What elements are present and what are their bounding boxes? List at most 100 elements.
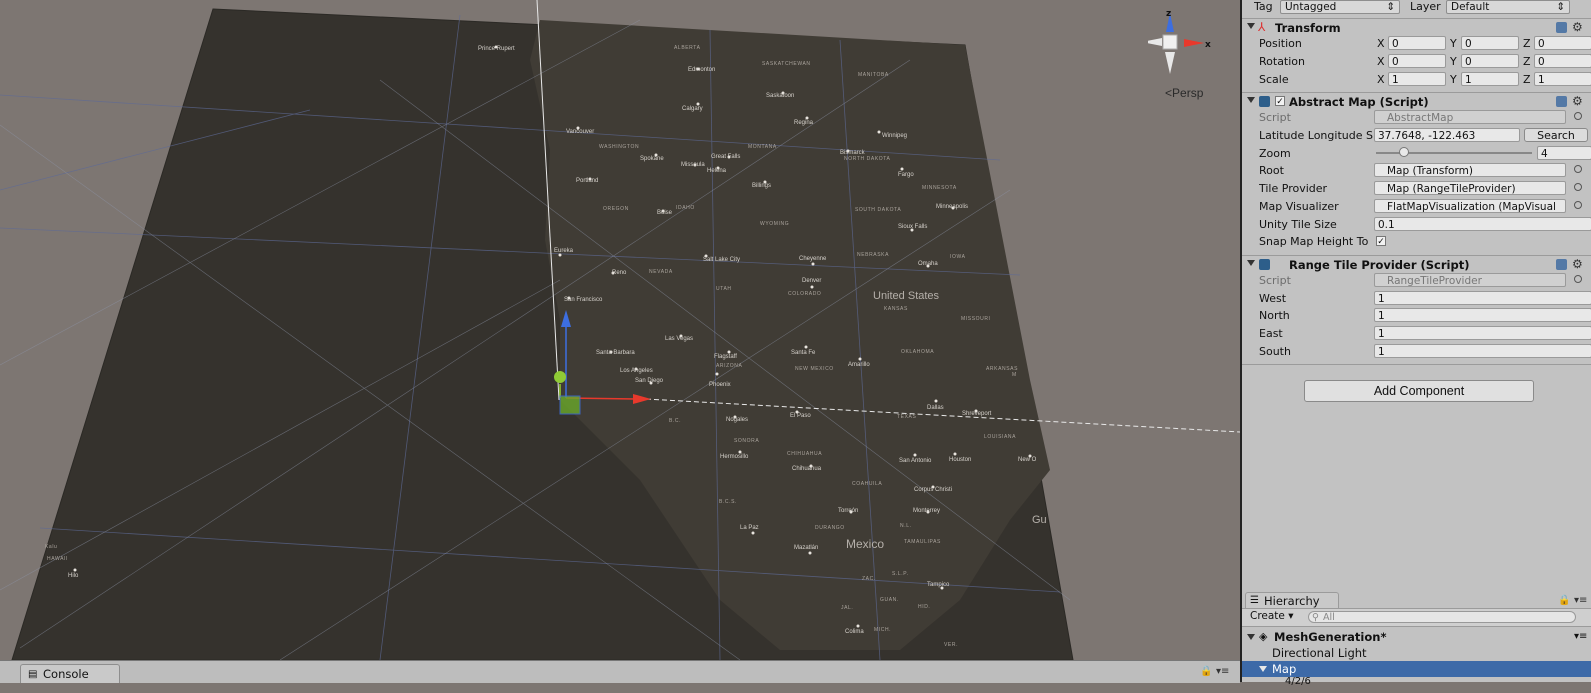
map-city-label: Omaha [918, 261, 938, 267]
tile-provider-field[interactable]: Map (RangeTileProvider) [1374, 181, 1566, 195]
scale-x-field[interactable]: 1 [1388, 72, 1446, 86]
map-city-label: Regina [794, 120, 814, 126]
script-field: RangeTileProvider [1374, 273, 1566, 287]
map-city-label: Minneapolis [936, 204, 968, 210]
tile-provider-value: Map (RangeTileProvider) [1387, 183, 1516, 195]
foldout-arrow-icon[interactable] [1259, 666, 1267, 672]
west-field[interactable]: 1 [1374, 291, 1591, 305]
map-city-label: Winnipeg [882, 133, 907, 139]
foldout-arrow-icon[interactable] [1247, 634, 1255, 640]
console-bar: ▤ Console 🔒 ▾≡ [0, 660, 1240, 683]
object-picker-icon[interactable] [1574, 275, 1582, 283]
zoom-slider-thumb[interactable] [1399, 147, 1409, 157]
axis-z-label: Z [1523, 55, 1531, 68]
range-tile-provider-title: Range Tile Provider (Script) [1289, 258, 1470, 272]
hierarchy-search-input[interactable]: ⚲ All [1308, 611, 1576, 623]
list-item[interactable]: Directional Light [1242, 645, 1591, 661]
position-z-field[interactable]: 0 [1534, 36, 1591, 50]
script-label: Script [1259, 111, 1291, 124]
search-button[interactable]: Search [1524, 128, 1588, 142]
projection-toggle[interactable]: <Persp [1165, 86, 1203, 100]
latlon-input[interactable]: 37.7648, -122.463 [1374, 128, 1520, 142]
map-region-label: UTAH [716, 286, 732, 292]
foldout-arrow-icon[interactable] [1247, 97, 1255, 103]
position-x-field[interactable]: 0 [1388, 36, 1446, 50]
map-canvas[interactable]: Prince Rupert Edmonton Calgary Saskatoon… [0, 0, 1240, 660]
inspector-panel: Tag Untagged ⇕ Layer Default ⇕ ⅄ Transform… [1240, 0, 1591, 592]
south-label: South [1259, 345, 1291, 358]
map-city-label: Denver [802, 278, 821, 284]
create-dropdown[interactable]: Create ▾ [1250, 610, 1294, 622]
help-icon[interactable] [1556, 22, 1567, 33]
map-country-label: Mexico [846, 537, 884, 551]
object-picker-icon[interactable] [1574, 201, 1582, 209]
gizmo-x-label: x [1205, 40, 1211, 50]
north-field[interactable]: 1 [1374, 308, 1591, 322]
panel-menu-icon[interactable]: ▾≡ [1574, 595, 1587, 606]
panel-menu-icon[interactable]: ▾≡ [1216, 666, 1229, 677]
map-region-label: MINNESOTA [922, 185, 957, 191]
abstract-map-script-row: Script AbstractMap [1242, 109, 1591, 127]
map-visualizer-field[interactable]: FlatMapVisualization (MapVisual [1374, 199, 1566, 213]
scene-menu-icon[interactable]: ▾≡ [1574, 629, 1587, 645]
map-region-label: B.C.S. [719, 499, 737, 505]
tab-console[interactable]: ▤ Console [20, 664, 120, 683]
scene-row[interactable]: ◈ MeshGeneration* ▾≡ [1242, 629, 1591, 645]
object-picker-icon[interactable] [1574, 183, 1582, 191]
foldout-arrow-icon[interactable] [1247, 23, 1255, 29]
tab-hierarchy[interactable]: ☰ Hierarchy [1245, 592, 1339, 608]
root-value: Map (Transform) [1387, 165, 1473, 177]
tag-dropdown[interactable]: Untagged ⇕ [1280, 0, 1400, 14]
object-picker-icon[interactable] [1574, 112, 1582, 120]
search-icon: ⚲ [1312, 612, 1319, 623]
map-city-label: Salt Lake City [703, 257, 740, 263]
gear-icon[interactable]: ⚙ [1572, 257, 1583, 271]
dropdown-arrows-icon: ⇕ [1556, 1, 1565, 13]
map-region-label: OKLAHOMA [901, 349, 934, 355]
rotation-x-field[interactable]: 0 [1388, 54, 1446, 68]
tag-value: Untagged [1285, 1, 1337, 13]
list-item[interactable]: 4/2/6 [1242, 676, 1591, 693]
axis-y-label: Y [1450, 73, 1457, 86]
object-picker-icon[interactable] [1574, 165, 1582, 173]
map-region-label: SASKATCHEWAN [762, 61, 811, 67]
root-row: Root Map (Transform) [1242, 162, 1591, 180]
map-region-label: ARIZONA [716, 363, 742, 369]
east-field[interactable]: 1 [1374, 326, 1591, 340]
map-region-label: DURANGO [815, 525, 845, 531]
add-component-button[interactable]: Add Component [1304, 380, 1534, 402]
map-region-label: WASHINGTON [599, 144, 639, 150]
foldout-arrow-icon[interactable] [1247, 260, 1255, 266]
zoom-field[interactable]: 4 [1537, 146, 1591, 160]
abstract-map-enabled-checkbox[interactable]: ✓ [1275, 96, 1285, 107]
south-field[interactable]: 1 [1374, 344, 1591, 358]
layer-dropdown[interactable]: Default ⇕ [1446, 0, 1570, 14]
map-country-label: Gu [1032, 514, 1047, 526]
lock-icon[interactable]: 🔒 [1200, 666, 1212, 677]
map-city-label: Boise [657, 210, 673, 216]
position-y-field[interactable]: 0 [1461, 36, 1519, 50]
snap-checkbox[interactable]: ✓ [1376, 236, 1386, 247]
map-city-label: San Antonio [899, 458, 932, 464]
help-icon[interactable] [1556, 259, 1567, 270]
map-city-label: Sioux Falls [898, 224, 927, 230]
scene-view[interactable]: Prince Rupert Edmonton Calgary Saskatoon… [0, 0, 1240, 660]
rotation-y-field[interactable]: 0 [1461, 54, 1519, 68]
map-region-label: Kalu [45, 544, 57, 550]
rotation-z-field[interactable]: 0 [1534, 54, 1591, 68]
map-city-label: Missoula [681, 162, 705, 168]
tag-label: Tag [1254, 0, 1273, 13]
script-icon [1259, 96, 1270, 107]
scale-y-field[interactable]: 1 [1461, 72, 1519, 86]
lock-icon[interactable]: 🔒 [1558, 595, 1570, 606]
south-row: South 1 [1242, 343, 1591, 361]
map-region-label: ZAC. [862, 576, 876, 582]
gear-icon[interactable]: ⚙ [1572, 94, 1583, 108]
gear-icon[interactable]: ⚙ [1572, 20, 1583, 34]
transform-icon: ⅄ [1258, 20, 1266, 34]
unity-tile-size-field[interactable]: 0.1 [1374, 217, 1591, 231]
scale-z-field[interactable]: 1 [1534, 72, 1591, 86]
map-city-label: Prince Rupert [478, 46, 515, 52]
root-field[interactable]: Map (Transform) [1374, 163, 1566, 177]
help-icon[interactable] [1556, 96, 1567, 107]
